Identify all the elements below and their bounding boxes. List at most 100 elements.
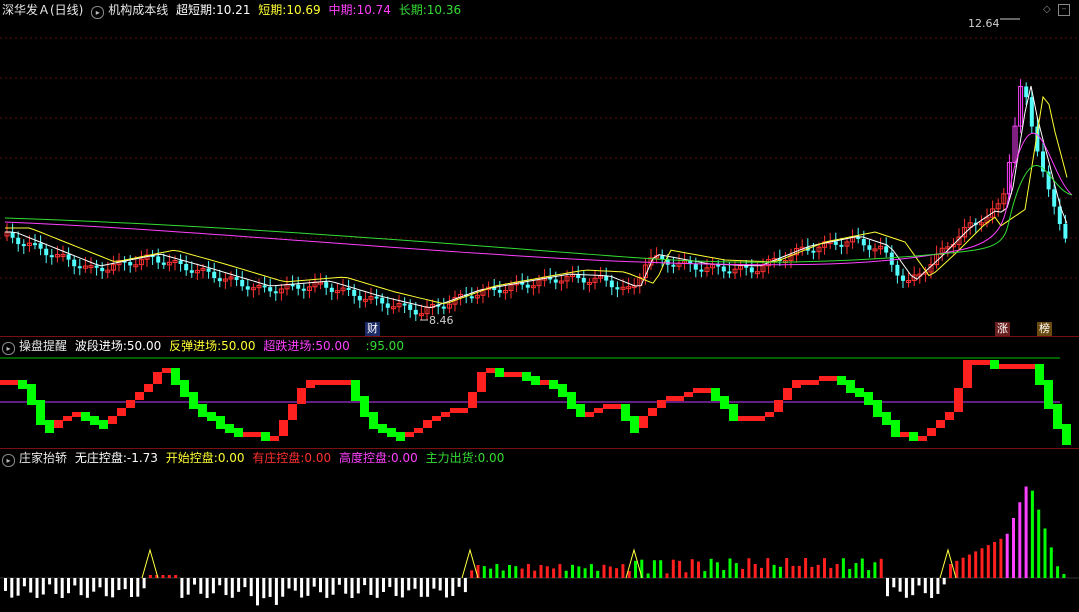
histogram-bar-positive	[778, 566, 782, 578]
candle-body-down	[94, 265, 99, 268]
dealer-control-histogram[interactable]	[0, 448, 1079, 612]
histogram-bar-positive	[709, 558, 713, 578]
histogram-bar-positive	[1030, 490, 1034, 578]
dealer-control-name[interactable]: 庄家抬轿	[19, 451, 67, 465]
histogram-bar-positive	[797, 565, 801, 578]
histogram-bar-positive	[690, 559, 694, 578]
indicator-settings-icon[interactable]: ▸	[2, 342, 15, 355]
timing-alert-name[interactable]: 操盘提醒	[19, 339, 67, 353]
oscillator-step	[333, 380, 342, 385]
candle-body-down	[240, 279, 245, 287]
candle-body-down	[1024, 86, 1029, 98]
oscillator-step	[585, 412, 594, 417]
candle-body-down	[212, 271, 217, 279]
oscillator-step	[36, 400, 45, 420]
candle-body-down	[357, 295, 362, 301]
candle-body-down	[273, 291, 278, 294]
histogram-bar-positive	[879, 558, 883, 578]
histogram-bar-negative	[136, 578, 140, 597]
oscillator-step	[1062, 424, 1071, 440]
histogram-bar-positive	[1037, 509, 1041, 578]
oscillator-step	[891, 420, 900, 432]
candle-body-down	[749, 267, 754, 273]
histogram-bar-positive	[684, 572, 688, 578]
histogram-bar-negative	[923, 578, 927, 594]
oscillator-step	[630, 428, 639, 433]
histogram-bar-negative	[79, 578, 83, 596]
oscillator-step	[0, 380, 9, 385]
histogram-bar-negative	[67, 578, 70, 594]
candle-body-down	[301, 288, 306, 291]
candle-body-down	[380, 297, 385, 304]
oscillator-step	[648, 408, 657, 413]
oscillator-step	[216, 416, 225, 424]
oscillator-step	[135, 392, 144, 397]
candle-body-down	[16, 237, 21, 245]
histogram-bar-negative	[457, 578, 461, 587]
histogram-bar-negative	[331, 578, 335, 595]
oscillator-step	[315, 380, 324, 385]
histogram-bar-negative	[451, 578, 455, 596]
oscillator-step	[756, 416, 765, 421]
candlestick-chart[interactable]	[0, 0, 1079, 336]
long-term-value: 10.36	[426, 3, 462, 17]
histogram-bar-negative	[356, 578, 360, 594]
histogram-bar-positive	[659, 560, 663, 578]
indicator-settings-icon[interactable]: ▸	[2, 454, 15, 467]
timing-alert-pane[interactable]: ▸ 操盘提醒 波段进场:50.00 反弹进场:50.00 超跌进场:50.00 :…	[0, 336, 1079, 448]
histogram-bar-negative	[375, 578, 379, 598]
oscillator-step	[234, 432, 243, 437]
histogram-bar-negative	[142, 578, 146, 589]
low-price-mark: 8.46	[429, 314, 454, 327]
financial-report-tag[interactable]: 财	[365, 322, 380, 336]
rebound-entry-label: 反弹进场:	[169, 339, 222, 353]
histogram-bar-negative	[300, 578, 304, 598]
candle-body-down	[161, 262, 166, 265]
candle-body-down	[581, 277, 586, 283]
histogram-bar-negative	[180, 578, 184, 598]
oscillator-step	[450, 408, 459, 413]
stock-title[interactable]: 深华发Ａ(日线)	[2, 3, 83, 17]
top-list-tag[interactable]: 榜	[1037, 322, 1052, 336]
oscillator-step	[882, 412, 891, 420]
oscillator-step	[198, 404, 207, 412]
dealer-control-pane[interactable]: ▸ 庄家抬轿 无庄控盘:-1.73 开始控盘:0.00 有庄控盘:0.00 高度控…	[0, 448, 1079, 612]
indicator-settings-icon[interactable]: ▸	[91, 6, 105, 19]
oscillator-step	[162, 368, 171, 373]
limit-up-tag[interactable]: 涨	[995, 322, 1010, 336]
histogram-bar-positive	[482, 566, 486, 578]
oscillator-step	[603, 404, 612, 409]
oscillator-step	[801, 380, 810, 385]
indicator-name[interactable]: 机构成本线	[108, 3, 168, 17]
oscillator-step	[1017, 364, 1026, 369]
oscillator-step	[720, 396, 729, 404]
oscillator-step	[531, 380, 540, 385]
oscillator-step	[1044, 404, 1053, 409]
histogram-bar-positive	[615, 568, 619, 578]
long-term-label: 长期:	[398, 3, 427, 17]
oscillator-step	[720, 404, 729, 409]
histogram-bar-positive	[999, 538, 1003, 578]
histogram-bar-positive	[986, 545, 990, 578]
oscillator-step	[1062, 440, 1071, 445]
oscillator-step	[495, 372, 504, 377]
oscillator-step	[828, 376, 837, 381]
oscillator-step	[945, 412, 954, 417]
oscillator-step	[1008, 364, 1017, 369]
minimize-icon[interactable]: –	[1058, 4, 1070, 16]
histogram-bar-positive	[596, 570, 600, 578]
oscillator-step	[216, 424, 225, 429]
oscillator-step	[990, 364, 999, 369]
histogram-bar-positive	[665, 573, 669, 578]
diamond-icon[interactable]: ◇	[1043, 4, 1051, 15]
candle-body-down	[245, 286, 250, 290]
oscillator-step	[558, 384, 567, 392]
histogram-bar-positive	[848, 568, 852, 578]
price-chart-pane[interactable]: 深华发Ａ(日线) ▸ 机构成本线 超短期:10.21 短期:10.69 中期:10…	[0, 0, 1079, 336]
oscillator-step	[549, 384, 558, 389]
candle-body-down	[861, 238, 866, 246]
histogram-bar-positive	[974, 551, 978, 578]
histogram-bar-positive	[1049, 547, 1053, 578]
candle-body-down	[100, 267, 105, 272]
histogram-bar-negative	[85, 578, 89, 598]
